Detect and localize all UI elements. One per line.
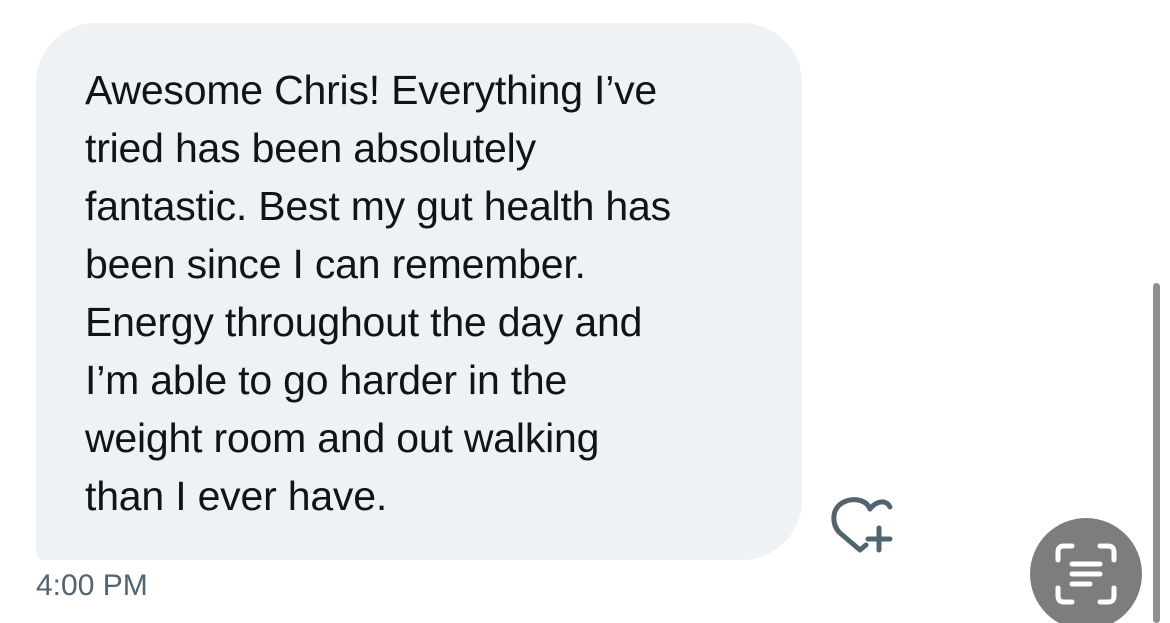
message-line: than I ever have. [85,473,388,519]
message-line: Energy throughout the day and [85,299,643,345]
live-text-button[interactable] [1030,518,1142,623]
text-scan-icon [1055,543,1117,605]
heart-plus-icon [831,497,893,553]
message-line: I’m able to go harder in the [85,357,568,403]
add-reaction-button[interactable] [826,495,898,555]
message-line: tried has been absolutely [85,125,536,171]
message-line: Awesome Chris! Everything I’ve [85,67,658,113]
message-line: weight room and out walking [85,415,600,461]
message-line: been since I can remember. [85,241,586,287]
message-line: fantastic. Best my gut health has [85,183,671,229]
message-timestamp: 4:00 PM [36,569,148,602]
dm-conversation: Awesome Chris! Everything I’ve tried has… [0,0,1170,623]
message-text: Awesome Chris! Everything I’ve tried has… [85,61,775,525]
scrollbar[interactable] [1153,283,1160,623]
